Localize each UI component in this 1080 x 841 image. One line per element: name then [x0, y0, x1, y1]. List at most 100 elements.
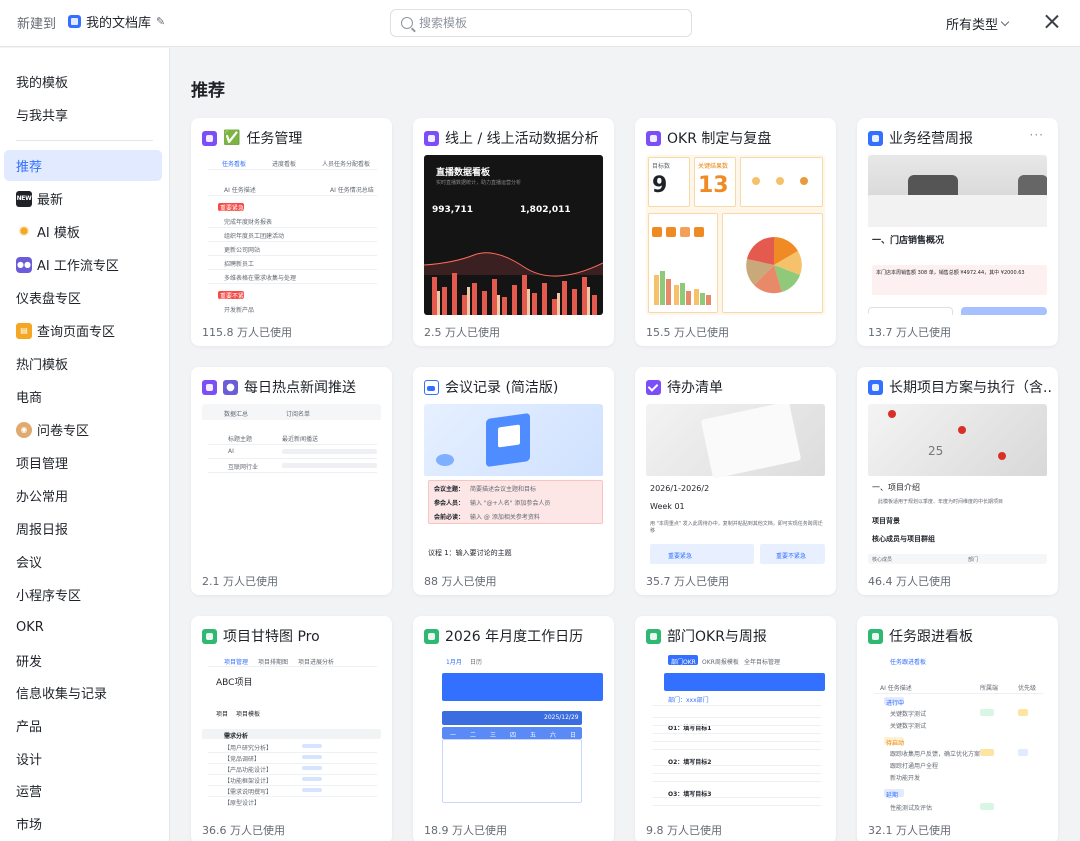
sidebar-item-ecommerce[interactable]: 电商 [4, 381, 162, 412]
template-card-activity-analytics[interactable]: 线上 / 线上活动数据分析 直播数据看板 实时直播数据统计，助力直播运营分析 9… [413, 118, 614, 346]
sidebar-item-ai-templates[interactable]: ✹ AI 模板 [4, 216, 162, 247]
card-title: 任务跟进看板 [868, 626, 1053, 646]
usage-count: 2.1 万人已使用 [202, 575, 278, 588]
base-app-icon [202, 130, 217, 146]
library-name: 我的文档库 [86, 16, 152, 31]
sparkle-icon: ✹ [18, 223, 30, 240]
template-preview: 25 一、项目介绍 此模板适用于规划以季度、年度为时间维度的中长期项目 项目背景… [868, 404, 1047, 564]
sidebar-item-dashboard[interactable]: 仪表盘专区 [4, 282, 162, 313]
edit-pencil-icon[interactable]: ✎ [156, 15, 165, 28]
template-card-gantt[interactable]: 项目甘特图 Pro 项目管理 项目排期图 项目进展分析 ABC项目 项目 项目模… [191, 616, 392, 841]
sidebar-item-miniapp[interactable]: 小程序专区 [4, 579, 162, 610]
sidebar-item-meeting[interactable]: 会议 [4, 546, 162, 577]
sidebar-item-operations[interactable]: 运营 [4, 775, 162, 806]
robot-icon: ●● [16, 256, 32, 273]
template-card-todo[interactable]: 待办清单 2026/1-2026/2 Week 01 用 "本周重点" 发入此周… [635, 367, 836, 595]
card-title: ✅ 任务管理 [202, 128, 387, 148]
chevron-down-icon [1000, 17, 1010, 26]
usage-count: 13.7 万人已使用 [868, 326, 951, 339]
card-title: 线上 / 线上活动数据分析 [424, 128, 609, 148]
search-input[interactable] [419, 16, 659, 30]
sheet-app-icon [646, 628, 661, 644]
more-options-icon[interactable]: ··· [1030, 128, 1044, 142]
template-preview: 目标数 9 关键结果数 13 [646, 155, 825, 315]
template-card-weekly-report[interactable]: 业务经营周报 ··· 一、门店销售概况 本门店本周销售额 308 单，销售总额 … [857, 118, 1058, 346]
card-title: 项目甘特图 Pro [202, 626, 387, 646]
card-title: ● 每日热点新闻推送 [202, 377, 387, 397]
checkbox-icon [646, 379, 661, 395]
template-card-kanban[interactable]: 任务跟进看板 任务跟进看板 AI 任务描述 所属端 优先级 进行中 关键数字测试… [857, 616, 1058, 841]
template-gallery: 推荐 ✅ 任务管理 任务看板 进度看板 人员任务分配看板 AI 任务描述 AI … [171, 48, 1080, 841]
template-card-dept-okr[interactable]: 部门OKR与周报 部门OKR OKR周报模板 全年目标管理 部门：xxx部门 O… [635, 616, 836, 841]
sidebar-item-popular[interactable]: 热门模板 [4, 348, 162, 379]
usage-count: 15.5 万人已使用 [646, 326, 729, 339]
search-box[interactable] [390, 9, 692, 37]
close-icon[interactable] [1042, 12, 1062, 32]
base-app-icon [646, 130, 661, 146]
sidebar-item-reports[interactable]: 周报日报 [4, 513, 162, 544]
check-emoji-icon: ✅ [223, 130, 241, 146]
sheet-app-icon [868, 628, 883, 644]
sidebar-item-latest[interactable]: NEW 最新 [4, 183, 162, 214]
book-icon: ▤ [16, 322, 32, 339]
template-card-meeting-notes[interactable]: 会议记录 (简洁版) 会议主题： 简要描述会议主题和目标 参会人员： 输入 "@… [413, 367, 614, 595]
sidebar-item-okr[interactable]: OKR [4, 612, 162, 643]
type-filter-dropdown[interactable]: 所有类型 [946, 14, 1010, 33]
template-preview: 项目管理 项目排期图 项目进展分析 ABC项目 项目 项目模板 需求分析 【用户… [202, 653, 381, 813]
base-app-icon [202, 379, 217, 395]
sidebar-item-ai-workflow[interactable]: ●● AI 工作流专区 [4, 249, 162, 280]
calendar-icon [424, 379, 439, 395]
sidebar-item-collection[interactable]: 信息收集与记录 [4, 677, 162, 708]
card-title: 部门OKR与周报 [646, 626, 831, 646]
sidebar-item-rnd[interactable]: 研发 [4, 645, 162, 676]
card-title: 业务经营周报 [868, 128, 1053, 148]
usage-count: 46.4 万人已使用 [868, 575, 951, 588]
template-preview: 会议主题： 简要描述会议主题和目标 参会人员： 输入 "@+人名" 添加参会人员… [424, 404, 603, 564]
card-title: 会议记录 (简洁版) [424, 377, 609, 397]
doc-app-icon [868, 130, 883, 146]
sidebar-item-marketing[interactable]: 市场 [4, 808, 162, 839]
usage-count: 88 万人已使用 [424, 575, 497, 588]
sheet-app-icon [424, 628, 439, 644]
template-preview: 2026/1-2026/2 Week 01 用 "本周重点" 发入此周待办中，复… [646, 404, 825, 564]
template-card-okr[interactable]: OKR 制定与复盘 目标数 9 关键结果数 13 15.5 万人已使用 [635, 118, 836, 346]
usage-count: 2.5 万人已使用 [424, 326, 500, 339]
usage-count: 18.9 万人已使用 [424, 824, 507, 837]
template-card-calendar[interactable]: 2026 年月度工作日历 1月月 日历 2025/12/29 一 二 三 四 五… [413, 616, 614, 841]
library-icon [68, 15, 81, 28]
sidebar-item-recommended[interactable]: 推荐 [4, 150, 162, 181]
card-title: OKR 制定与复盘 [646, 128, 831, 148]
usage-count: 115.8 万人已使用 [202, 326, 292, 339]
sidebar-item-survey[interactable]: ◉ 问卷专区 [4, 414, 162, 445]
robot-emoji-icon: ● [223, 379, 238, 395]
section-title: 推荐 [191, 81, 225, 101]
usage-count: 35.7 万人已使用 [646, 575, 729, 588]
card-title: 待办清单 [646, 377, 831, 397]
template-preview: 直播数据看板 实时直播数据统计，助力直播运营分析 993,711 1,802,0… [424, 155, 603, 315]
template-card-task-mgmt[interactable]: ✅ 任务管理 任务看板 进度看板 人员任务分配看板 AI 任务描述 AI 任务情… [191, 118, 392, 346]
template-card-longterm-project[interactable]: 长期项目方案与执行（含... 25 一、项目介绍 此模板适用于规划以季度、年度为… [857, 367, 1058, 595]
template-preview: 1月月 日历 2025/12/29 一 二 三 四 五 六 日 [424, 653, 603, 813]
template-card-daily-news[interactable]: ● 每日热点新闻推送 数据汇总 订阅名单 标题主题 最近新闻播送 AI 互联网行… [191, 367, 392, 595]
sidebar-item-my-templates[interactable]: 我的模板 [4, 66, 162, 97]
new-badge-icon: NEW [16, 190, 32, 207]
sidebar-divider [16, 140, 153, 141]
base-app-icon [424, 130, 439, 146]
doc-app-icon [868, 379, 883, 395]
template-preview: 部门OKR OKR周报模板 全年目标管理 部门：xxx部门 O1：填写目标1 O… [646, 653, 825, 813]
sidebar-item-design[interactable]: 设计 [4, 743, 162, 774]
sheet-app-icon [202, 628, 217, 644]
sidebar-item-project-mgmt[interactable]: 项目管理 [4, 447, 162, 478]
search-icon [401, 17, 413, 29]
type-filter-label: 所有类型 [946, 18, 999, 33]
usage-count: 36.6 万人已使用 [202, 824, 285, 837]
usage-count: 32.1 万人已使用 [868, 824, 951, 837]
sidebar-item-product[interactable]: 产品 [4, 710, 162, 741]
card-title: 长期项目方案与执行（含... [868, 377, 1053, 397]
sidebar-item-office[interactable]: 办公常用 [4, 480, 162, 511]
sidebar-item-query-page[interactable]: ▤ 查询页面专区 [4, 315, 162, 346]
template-preview: 任务跟进看板 AI 任务描述 所属端 优先级 进行中 关键数字测试 关键数字测试… [868, 653, 1047, 813]
template-preview: 一、门店销售概况 本门店本周销售额 308 单，销售总额 ¥4972.44，其中… [868, 155, 1047, 315]
library-selector[interactable]: 我的文档库 ✎ [68, 12, 165, 31]
sidebar-item-shared[interactable]: 与我共享 [4, 99, 162, 130]
